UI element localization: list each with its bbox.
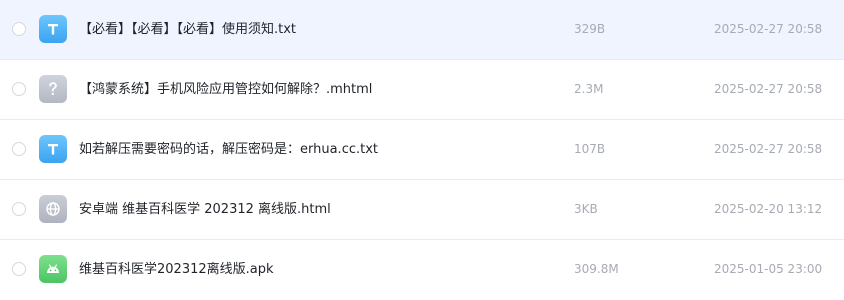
row-checkbox[interactable] — [12, 262, 26, 276]
file-name[interactable]: 【鸿蒙系统】手机风险应用管控如何解除？.mhtml — [79, 60, 372, 119]
txt-file-icon — [39, 15, 67, 43]
file-size: 107B — [574, 142, 606, 156]
row-checkbox[interactable] — [12, 202, 26, 216]
file-date: 2025-02-27 20:58 — [714, 22, 823, 36]
file-row[interactable]: 【鸿蒙系统】手机风险应用管控如何解除？.mhtml 2.3M 2025-02-2… — [0, 60, 844, 120]
row-checkbox[interactable] — [12, 82, 26, 96]
file-date: 2025-01-05 23:00 — [714, 262, 823, 276]
file-size: 3KB — [574, 202, 598, 216]
file-name[interactable]: 维基百科医学202312离线版.apk — [79, 240, 274, 299]
file-name[interactable]: 安卓端 维基百科医学 202312 离线版.html — [79, 180, 331, 239]
file-date: 2025-02-27 20:58 — [714, 142, 823, 156]
file-row[interactable]: 如若解压需要密码的话，解压密码是：erhua.cc.txt 107B 2025-… — [0, 120, 844, 180]
file-row[interactable]: 【必看】【必看】【必看】使用须知.txt 329B 2025-02-27 20:… — [0, 0, 844, 60]
file-name[interactable]: 如若解压需要密码的话，解压密码是：erhua.cc.txt — [79, 120, 378, 179]
file-date: 2025-02-20 13:12 — [714, 202, 823, 216]
android-apk-icon — [39, 255, 67, 283]
txt-file-icon — [39, 135, 67, 163]
file-date: 2025-02-27 20:58 — [714, 82, 823, 96]
row-checkbox[interactable] — [12, 142, 26, 156]
file-list: 【必看】【必看】【必看】使用须知.txt 329B 2025-02-27 20:… — [0, 0, 844, 300]
file-row[interactable]: 维基百科医学202312离线版.apk 309.8M 2025-01-05 23… — [0, 240, 844, 299]
file-size: 329B — [574, 22, 606, 36]
file-size: 309.8M — [574, 262, 619, 276]
html-globe-icon — [39, 195, 67, 223]
file-row[interactable]: 安卓端 维基百科医学 202312 离线版.html 3KB 2025-02-2… — [0, 180, 844, 240]
unknown-file-icon — [39, 75, 67, 103]
file-name[interactable]: 【必看】【必看】【必看】使用须知.txt — [79, 0, 296, 59]
row-checkbox[interactable] — [12, 22, 26, 36]
file-size: 2.3M — [574, 82, 604, 96]
